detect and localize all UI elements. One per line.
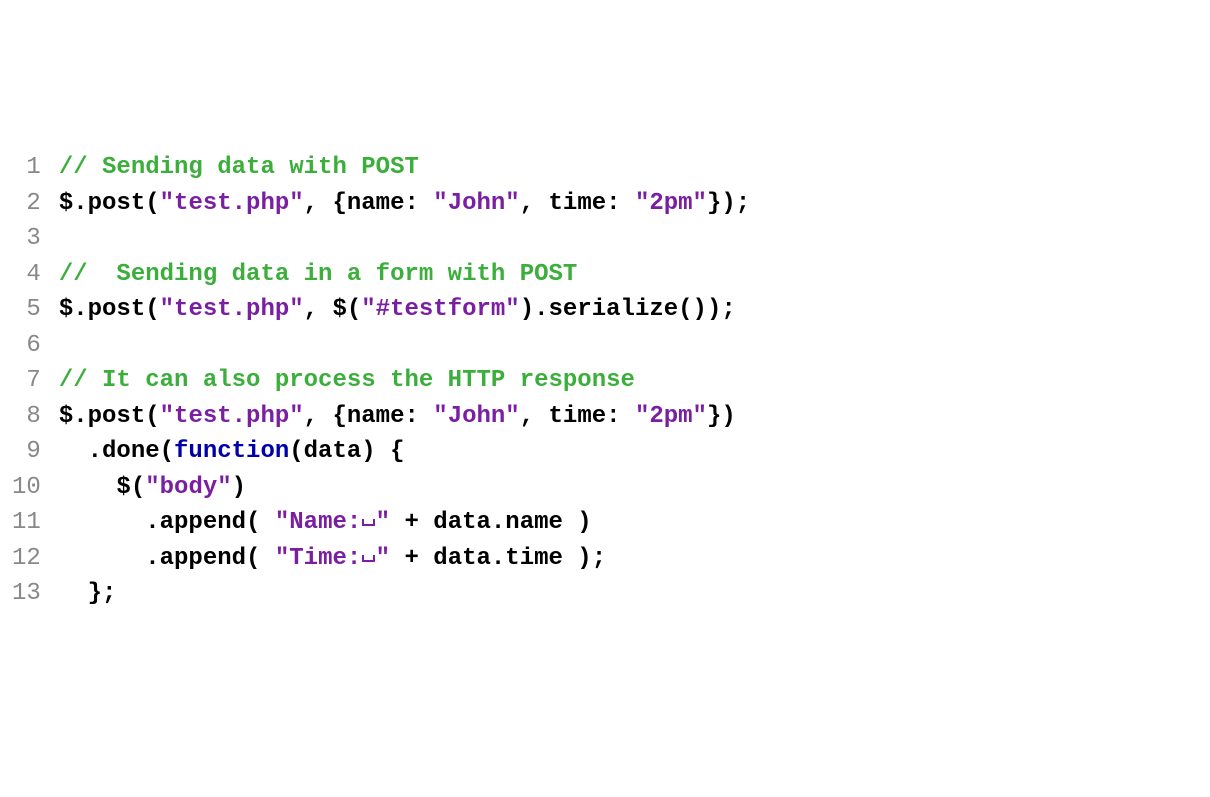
line-content: }; [59, 576, 750, 612]
code-token: + data.name ) [390, 509, 592, 536]
line-number: 5 [12, 292, 59, 328]
code-token: (data) { [289, 438, 404, 465]
line-content: $.post("test.php", $("#testform").serial… [59, 292, 750, 328]
code-token: " [376, 509, 390, 536]
code-block: 1// Sending data with POST2$.post("test.… [12, 150, 750, 612]
line-number: 2 [12, 186, 59, 222]
code-token: " [376, 545, 390, 572]
code-token: , $( [304, 296, 362, 323]
code-token: "John" [433, 190, 519, 217]
code-token: function [174, 438, 289, 465]
line-number: 7 [12, 363, 59, 399]
code-token: }; [59, 580, 117, 607]
line-content: // It can also process the HTTP response [59, 363, 750, 399]
line-content: $("body") [59, 470, 750, 506]
code-token: "test.php" [160, 296, 304, 323]
line-number: 9 [12, 434, 59, 470]
line-content: .done(function(data) { [59, 434, 750, 470]
code-token: , {name: [304, 403, 434, 430]
line-content: // Sending data with POST [59, 150, 750, 186]
code-token: "Name: [275, 509, 361, 536]
line-content: // Sending data in a form with POST [59, 257, 750, 293]
code-token: $.post( [59, 296, 160, 323]
code-line: 1// Sending data with POST [12, 150, 750, 186]
code-line: 6 [12, 328, 750, 364]
line-content [59, 221, 750, 257]
line-number: 13 [12, 576, 59, 612]
line-number: 8 [12, 399, 59, 435]
code-token: // Sending data in a form with POST [59, 261, 577, 288]
line-content [59, 328, 750, 364]
code-token: ) [232, 474, 246, 501]
code-token: "#testform" [361, 296, 519, 323]
code-token: $.post( [59, 190, 160, 217]
code-line: 12 .append( "Time: " + data.time ); [12, 541, 750, 577]
code-token: .append( [59, 509, 275, 536]
code-line: 3 [12, 221, 750, 257]
code-line: 11 .append( "Name: " + data.name ) [12, 505, 750, 541]
code-line: 10 $("body") [12, 470, 750, 506]
code-token: .append( [59, 545, 275, 572]
code-token: }) [707, 403, 736, 430]
code-line: 9 .done(function(data) { [12, 434, 750, 470]
line-content: .append( "Name: " + data.name ) [59, 505, 750, 541]
line-content: $.post("test.php", {name: "John", time: … [59, 186, 750, 222]
code-line: 13 }; [12, 576, 750, 612]
code-token: "2pm" [635, 403, 707, 430]
code-line: 7// It can also process the HTTP respons… [12, 363, 750, 399]
line-number: 1 [12, 150, 59, 186]
code-token: "2pm" [635, 190, 707, 217]
line-content: $.post("test.php", {name: "John", time: … [59, 399, 750, 435]
code-token: }); [707, 190, 750, 217]
line-number: 10 [12, 470, 59, 506]
code-token: $( [59, 474, 145, 501]
code-line: 5$.post("test.php", $("#testform").seria… [12, 292, 750, 328]
code-token: "test.php" [160, 403, 304, 430]
code-token: $.post( [59, 403, 160, 430]
code-token: "test.php" [160, 190, 304, 217]
code-line: 8$.post("test.php", {name: "John", time:… [12, 399, 750, 435]
code-token: "John" [433, 403, 519, 430]
code-token: , time: [520, 190, 635, 217]
line-number: 12 [12, 541, 59, 577]
code-line: 2$.post("test.php", {name: "John", time:… [12, 186, 750, 222]
code-token: , time: [520, 403, 635, 430]
code-token: "body" [145, 474, 231, 501]
code-token: ).serialize()); [520, 296, 736, 323]
code-token: , {name: [304, 190, 434, 217]
line-number: 4 [12, 257, 59, 293]
line-number: 6 [12, 328, 59, 364]
code-token: .done( [59, 438, 174, 465]
code-token: // Sending data with POST [59, 154, 419, 181]
line-content: .append( "Time: " + data.time ); [59, 541, 750, 577]
line-number: 3 [12, 221, 59, 257]
line-number: 11 [12, 505, 59, 541]
code-token: + data.time ); [390, 545, 606, 572]
code-line: 4// Sending data in a form with POST [12, 257, 750, 293]
code-token: // It can also process the HTTP response [59, 367, 635, 394]
code-token: "Time: [275, 545, 361, 572]
